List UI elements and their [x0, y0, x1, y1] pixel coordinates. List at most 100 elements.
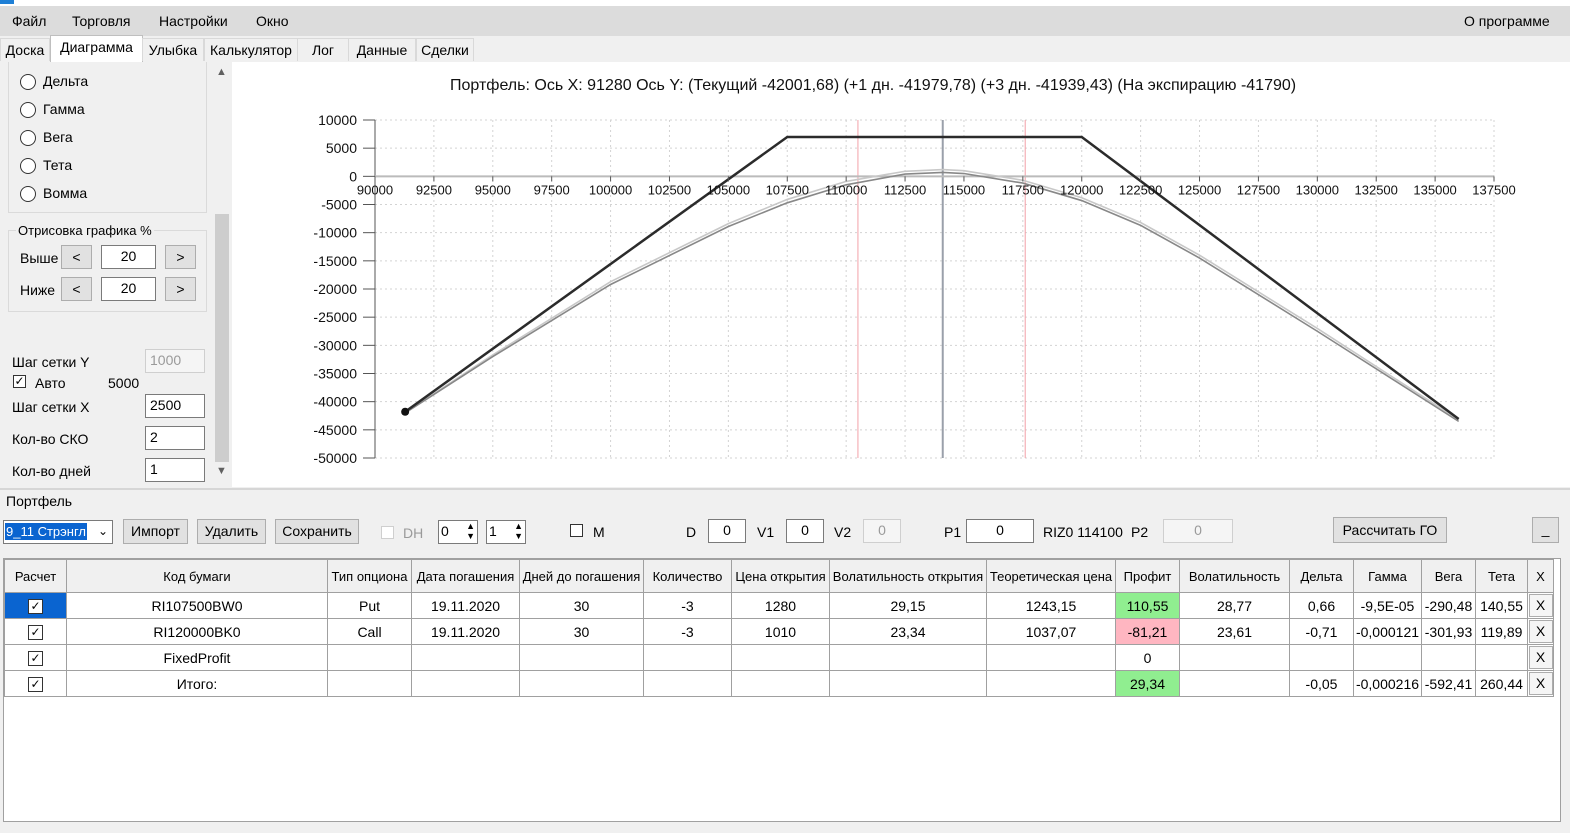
cell-col-calc[interactable]: ✓: [4, 592, 67, 619]
tab-log[interactable]: Лог: [297, 38, 349, 61]
cell-col-remove[interactable]: X: [1527, 670, 1554, 697]
spin-arrows-icon[interactable]: ▲ ▼: [466, 521, 475, 541]
d-input[interactable]: 0: [708, 519, 746, 543]
remove-row-button[interactable]: X: [1528, 594, 1553, 617]
header-col-open-vol[interactable]: Волатильность открытия: [829, 559, 987, 593]
radio-theta[interactable]: [20, 158, 36, 174]
cell-col-vega: -301,93: [1421, 618, 1476, 645]
v1-input[interactable]: 0: [786, 519, 824, 543]
header-col-delta[interactable]: Дельта: [1289, 559, 1354, 593]
header-col-theor-price[interactable]: Теоретическая цена: [986, 559, 1116, 593]
p2-input[interactable]: 0: [1163, 519, 1233, 543]
table-row[interactable]: ✓ FixedProfit 0 X: [4, 644, 1554, 671]
tab-data[interactable]: Данные: [348, 38, 416, 61]
cell-col-calc[interactable]: ✓: [4, 644, 67, 671]
above-input[interactable]: 20: [101, 245, 156, 269]
calc-checkbox[interactable]: ✓: [28, 624, 43, 640]
cell-col-profit: 0: [1115, 644, 1180, 671]
menu-window[interactable]: Окно: [256, 13, 289, 29]
calc-margin-button[interactable]: Рассчитать ГО: [1333, 517, 1447, 543]
cell-col-qty: [643, 644, 732, 671]
tab-calculator[interactable]: Калькулятор: [204, 38, 298, 61]
table-row[interactable]: ✓ Итого: 29,34 -0,05 -0,000216 -592,41 260,44 X: [4, 670, 1554, 697]
portfolio-combo[interactable]: 9_11 Стрэнгл ⌄: [3, 520, 113, 544]
cell-col-vol: 23,61: [1179, 618, 1290, 645]
cell-col-theta: 260,44: [1475, 670, 1528, 697]
radio-gamma[interactable]: [20, 102, 36, 118]
scroll-thumb[interactable]: [215, 214, 229, 462]
m-checkbox[interactable]: [570, 524, 583, 537]
cell-col-vega: -290,48: [1421, 592, 1476, 619]
cell-col-remove[interactable]: X: [1527, 644, 1554, 671]
cell-col-profit: 110,55: [1115, 592, 1180, 619]
header-col-gamma[interactable]: Гамма: [1353, 559, 1422, 593]
radio-theta-label: Тета: [43, 157, 73, 173]
chart-area: Портфель: Ось X: 91280 Ось Y: (Текущий -…: [232, 62, 1570, 487]
minimize-button[interactable]: _: [1532, 517, 1559, 543]
cell-col-remove[interactable]: X: [1527, 592, 1554, 619]
header-col-code[interactable]: Код бумаги: [66, 559, 328, 593]
m-label: M: [593, 524, 605, 540]
calc-checkbox[interactable]: ✓: [28, 598, 43, 614]
cell-col-remove[interactable]: X: [1527, 618, 1554, 645]
header-col-vega[interactable]: Вега: [1421, 559, 1476, 593]
cell-col-open-price: [731, 644, 830, 671]
save-button[interactable]: Сохранить: [275, 519, 359, 544]
cell-col-calc[interactable]: ✓: [4, 618, 67, 645]
calc-checkbox[interactable]: ✓: [28, 650, 43, 666]
table-row[interactable]: ✓ RI107500BW0 Put 19.11.2020 30 -3 1280 29,15 12…: [4, 592, 1554, 619]
dh-spin-1[interactable]: 0 ▲ ▼: [438, 520, 478, 544]
menu-about[interactable]: О программе: [1464, 13, 1550, 29]
scroll-down-icon[interactable]: ▼: [216, 465, 227, 477]
auto-checkbox[interactable]: ✓: [13, 375, 26, 388]
grid-y-label: Шаг сетки Y: [12, 354, 90, 370]
tab-smile[interactable]: Улыбка: [142, 38, 204, 61]
left-panel-scrollbar[interactable]: ▲ ▼: [213, 62, 231, 482]
header-col-expiry[interactable]: Дата погашения: [411, 559, 520, 593]
menu-settings[interactable]: Настройки: [159, 13, 228, 29]
tab-diagram[interactable]: Диаграмма: [50, 35, 143, 62]
cell-col-calc[interactable]: ✓: [4, 670, 67, 697]
scroll-up-icon[interactable]: ▲: [216, 66, 227, 78]
radio-delta[interactable]: [20, 74, 36, 90]
grid-y-input[interactable]: 1000: [145, 349, 205, 373]
days-input[interactable]: 1: [145, 458, 205, 482]
menu-file[interactable]: Файл: [12, 13, 46, 29]
below-input[interactable]: 20: [101, 277, 156, 301]
header-col-days[interactable]: Дней до погашения: [519, 559, 644, 593]
spin-arrows-icon[interactable]: ▲ ▼: [514, 521, 523, 541]
above-increase-button[interactable]: >: [165, 245, 196, 269]
calc-checkbox[interactable]: ✓: [28, 676, 43, 692]
remove-row-button[interactable]: X: [1528, 646, 1553, 669]
header-col-theta[interactable]: Тета: [1475, 559, 1528, 593]
header-col-type[interactable]: Тип опциона: [327, 559, 412, 593]
header-col-qty[interactable]: Количество: [643, 559, 732, 593]
menu-trading[interactable]: Торговля: [72, 13, 130, 29]
v2-input[interactable]: 0: [863, 519, 901, 543]
tab-board[interactable]: Доска: [0, 38, 50, 61]
header-col-remove[interactable]: X: [1527, 559, 1554, 593]
sko-input[interactable]: 2: [145, 426, 205, 450]
dh-spin-1-value: 0: [441, 523, 449, 539]
table-row[interactable]: ✓ RI120000BK0 Call 19.11.2020 30 -3 1010 23,34 1…: [4, 618, 1554, 645]
radio-vega[interactable]: [20, 130, 36, 146]
below-increase-button[interactable]: >: [165, 277, 196, 301]
import-button[interactable]: Импорт: [123, 519, 188, 544]
header-col-open-price[interactable]: Цена открытия: [731, 559, 830, 593]
above-decrease-button[interactable]: <: [61, 245, 92, 269]
header-col-profit[interactable]: Профит: [1115, 559, 1180, 593]
radio-vomma[interactable]: [20, 186, 36, 202]
delete-button[interactable]: Удалить: [197, 519, 266, 544]
p1-input[interactable]: 0: [966, 519, 1034, 543]
header-col-calc[interactable]: Расчет: [4, 559, 67, 593]
tab-deals[interactable]: Сделки: [416, 38, 474, 61]
remove-row-button[interactable]: X: [1528, 620, 1553, 643]
header-col-vol[interactable]: Волатильность: [1179, 559, 1290, 593]
grid-x-input[interactable]: 2500: [145, 394, 205, 418]
remove-row-button[interactable]: X: [1528, 672, 1553, 695]
dh-spin-2[interactable]: 1 ▲ ▼: [486, 520, 526, 544]
cell-col-open-vol: 23,34: [829, 618, 987, 645]
splitter[interactable]: [0, 488, 1570, 490]
dh-checkbox[interactable]: [381, 526, 394, 539]
below-decrease-button[interactable]: <: [61, 277, 92, 301]
